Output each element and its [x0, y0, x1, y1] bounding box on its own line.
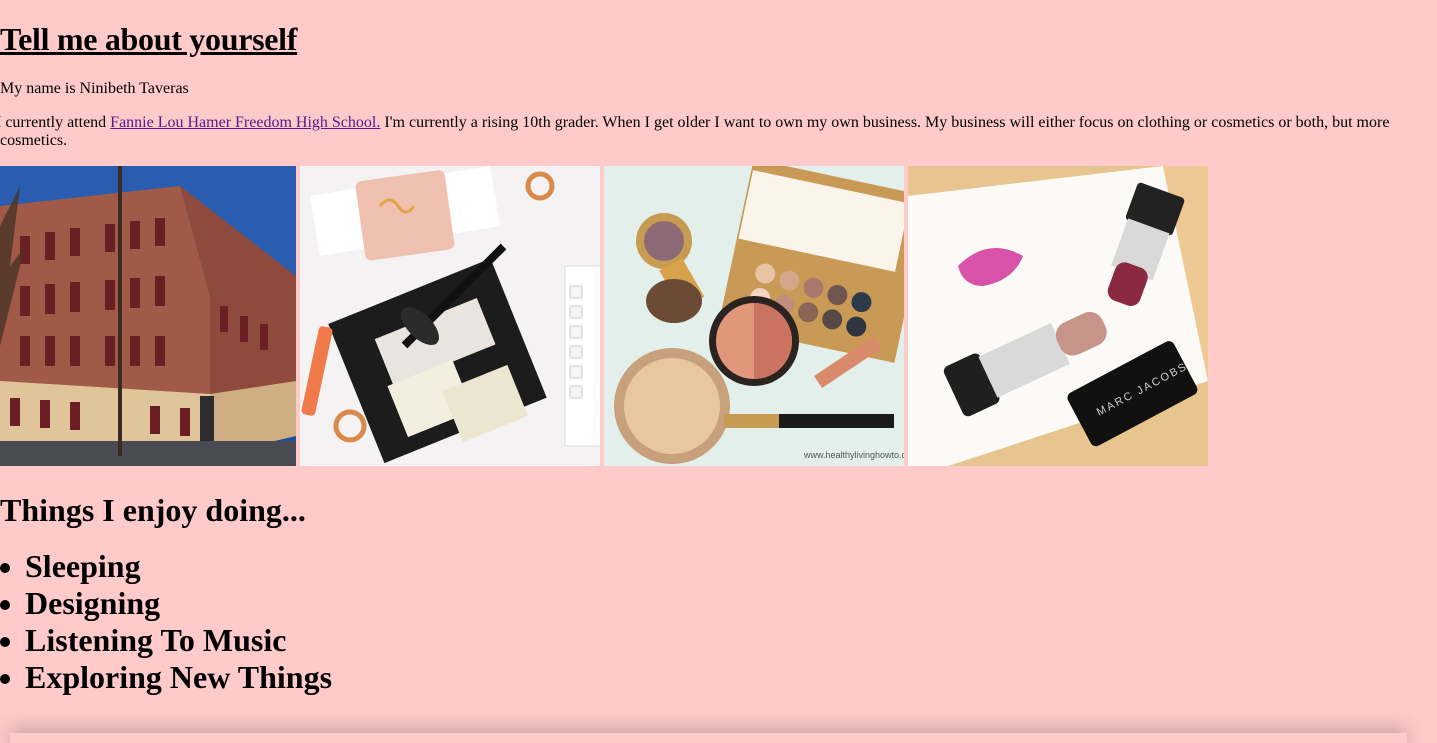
school-building-photo: [0, 166, 296, 466]
name-line: My name is Ninibeth Taveras: [0, 80, 189, 97]
watermark-text: www.healthylivinghowto.com: [803, 450, 904, 460]
list-item: Listening To Music: [0, 622, 332, 659]
page: Tell me about yourself My name is Ninibe…: [0, 0, 1437, 743]
hobbies-title: Things I enjoy doing...: [0, 492, 306, 528]
hobbies-list: Sleeping Designing Listening To Music Ex…: [0, 548, 332, 696]
makeup-palette-photo: [300, 166, 600, 466]
list-item: Sleeping: [0, 548, 332, 585]
list-item: Exploring New Things: [0, 659, 332, 696]
lipstick-photo: MARC JACOBS: [908, 166, 1208, 466]
bottom-shadow: [10, 733, 1407, 743]
school-prefix: I currently attend: [0, 114, 111, 131]
eyeshadow-compact-photo: www.healthylivinghowto.com: [604, 166, 904, 466]
list-item: Designing: [0, 585, 332, 622]
school-link[interactable]: Fannie Lou Hamer Freedom High School.: [110, 114, 380, 131]
school-paragraph: I currently attend Fannie Lou Hamer Free…: [0, 114, 1410, 150]
page-title: Tell me about yourself: [0, 21, 298, 57]
